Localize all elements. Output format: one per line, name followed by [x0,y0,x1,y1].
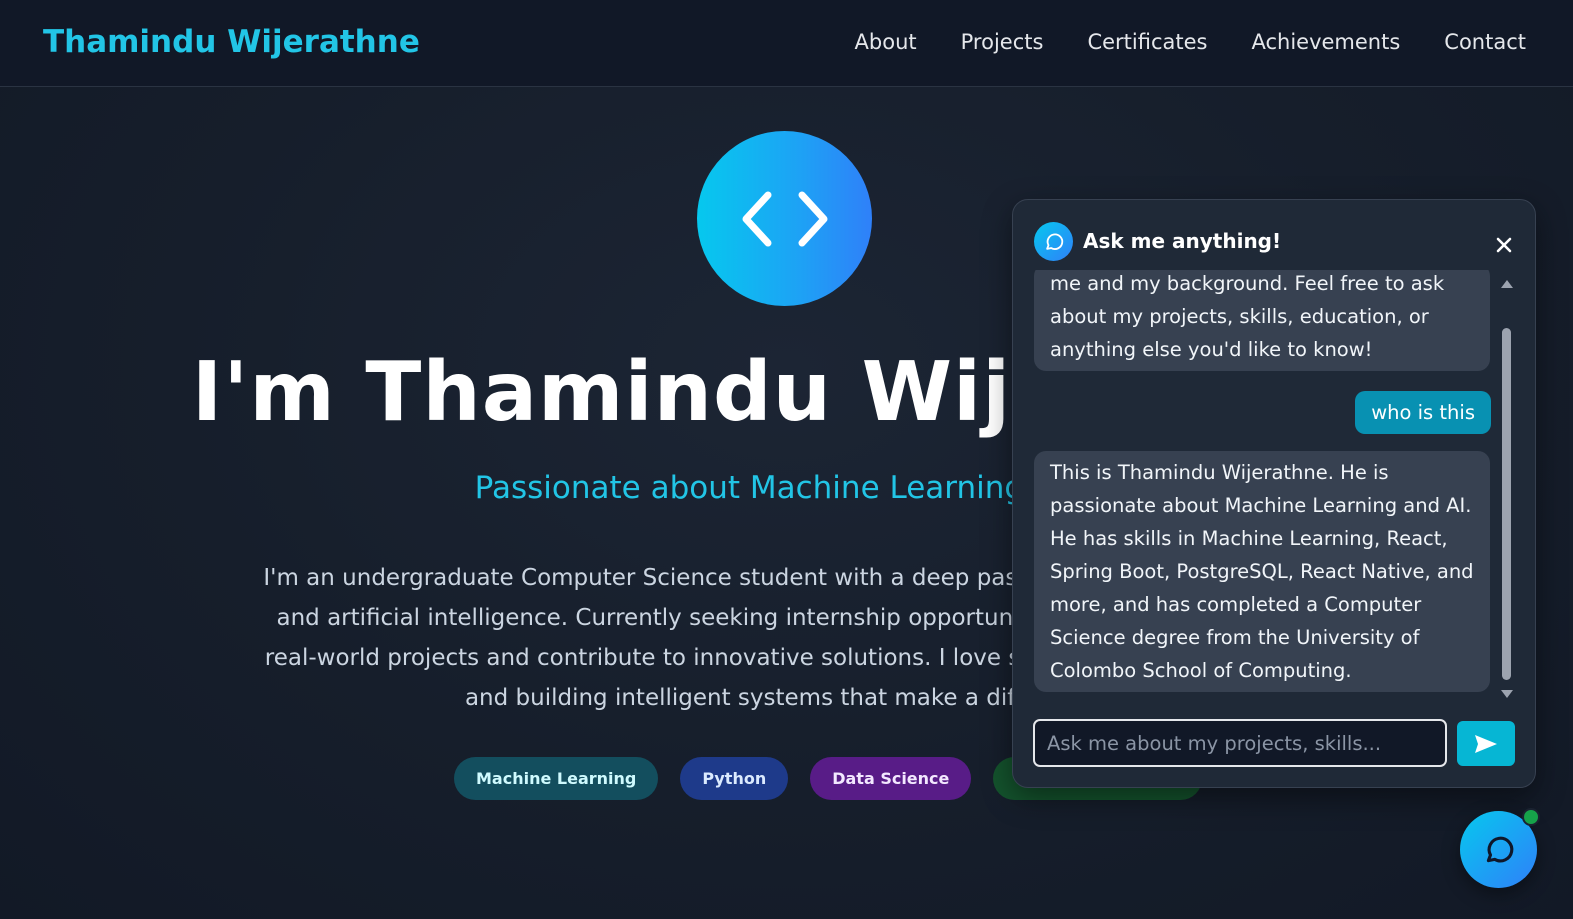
message-circle-icon [1045,232,1063,250]
chat-input[interactable] [1033,719,1447,767]
skill-tag: Machine Learning [454,757,659,800]
brand-name[interactable]: Thamindu Wijerathne [43,24,420,60]
send-icon [1475,734,1497,753]
scroll-down-arrow[interactable] [1501,690,1513,698]
nav-link-about[interactable]: About [855,30,917,54]
scroll-thumb[interactable] [1502,328,1511,680]
code-brackets-icon [742,191,827,246]
chat-message-list[interactable]: me and my background. Feel free to ask a… [1033,270,1493,710]
chat-scrollbar[interactable] [1499,270,1515,708]
nav-links: About Projects Certificates Achievements… [855,30,1526,54]
chat-panel: Ask me anything! me and my background. F… [1012,199,1536,788]
chat-header-avatar [1034,222,1073,261]
skill-tag: Data Science [810,757,972,800]
close-icon[interactable] [1493,234,1515,256]
navbar: Thamindu Wijerathne About Projects Certi… [0,0,1573,87]
skill-tag: Python [680,757,789,800]
message-circle-icon [1486,836,1513,862]
bot-message: This is Thamindu Wijerathne. He is passi… [1034,451,1490,692]
nav-link-certificates[interactable]: Certificates [1087,30,1207,54]
nav-link-projects[interactable]: Projects [961,30,1044,54]
bot-message: me and my background. Feel free to ask a… [1034,270,1490,371]
user-message: who is this [1355,391,1491,434]
nav-link-achievements[interactable]: Achievements [1251,30,1400,54]
hero-logo [697,131,872,306]
online-status-dot [1522,808,1540,826]
nav-link-contact[interactable]: Contact [1444,30,1526,54]
scroll-up-arrow[interactable] [1501,280,1513,288]
chat-title: Ask me anything! [1083,229,1282,253]
send-button[interactable] [1457,721,1515,766]
